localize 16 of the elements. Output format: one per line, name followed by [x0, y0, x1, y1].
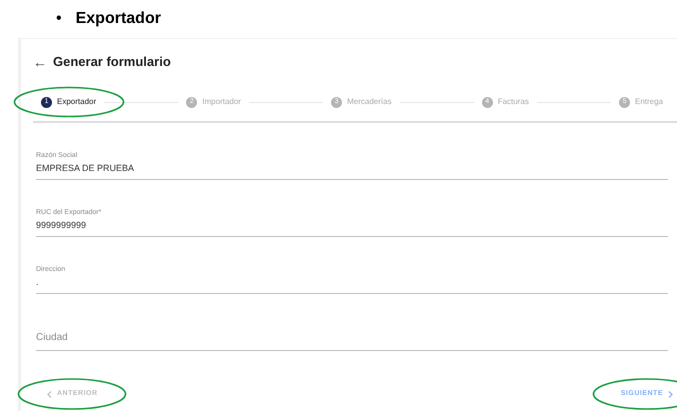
step-label: Exportador: [57, 96, 96, 108]
form-title: Generar formulario: [53, 53, 171, 72]
field-placeholder: Ciudad: [36, 332, 69, 344]
field-value: 9999999999: [36, 220, 88, 231]
back-arrow[interactable]: ←: [33, 52, 47, 72]
chevron-left-icon: [47, 390, 52, 398]
chevron-right-icon: [668, 390, 673, 398]
step-label: Facturas: [498, 96, 529, 108]
bullet: •: [56, 9, 62, 29]
section-heading: Exportador: [76, 9, 161, 29]
step-label: Importador: [202, 96, 241, 108]
step-label: Entrega: [634, 96, 664, 108]
field-value: .: [36, 277, 40, 288]
input-field[interactable]: Ciudad: [36, 310, 668, 351]
field-value: EMPRESA DE PRUEBA: [36, 163, 136, 174]
step-label: Mercaderías: [347, 96, 392, 108]
